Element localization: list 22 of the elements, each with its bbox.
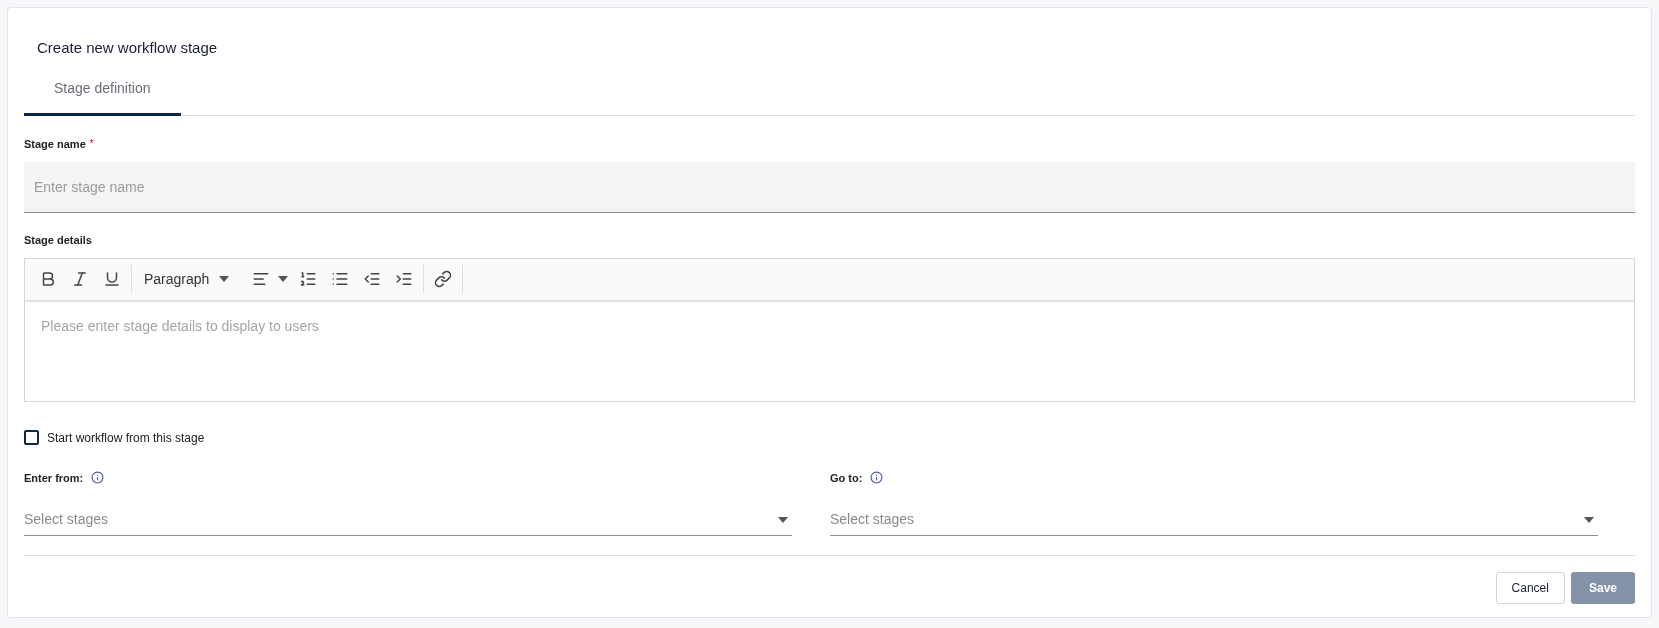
caret-icon — [1584, 516, 1594, 523]
field-label: Go to: — [830, 470, 863, 486]
stage-select[interactable]: Select stages — [830, 504, 1598, 536]
cancel-button[interactable]: Cancel — [1495, 572, 1565, 604]
dialog-title: Create new workflow stage — [37, 38, 219, 58]
tab[interactable]: Stage definition — [24, 73, 181, 116]
caret-icon — [278, 276, 289, 282]
info-icon[interactable] — [870, 471, 884, 485]
stage-name-field[interactable]: Enter stage name — [24, 162, 1635, 213]
stage-select[interactable]: Select stages — [24, 504, 792, 536]
stage-details-field[interactable]: Please enter stage details to display to users — [24, 301, 1635, 402]
checkbox[interactable] — [24, 430, 39, 445]
info-icon[interactable] — [91, 471, 105, 485]
align-left-icon — [252, 270, 271, 288]
required-mark: * — [89, 136, 94, 151]
field-label: Stage name — [24, 136, 86, 152]
caret-icon — [778, 516, 788, 523]
field-label: Enter from: — [24, 470, 84, 486]
block-format-dropdown[interactable]: Paragraph — [135, 263, 239, 295]
caret-icon — [219, 276, 230, 282]
field-label: Stage details — [24, 233, 93, 248]
checkbox-label: Start workflow from this stage — [47, 429, 205, 447]
